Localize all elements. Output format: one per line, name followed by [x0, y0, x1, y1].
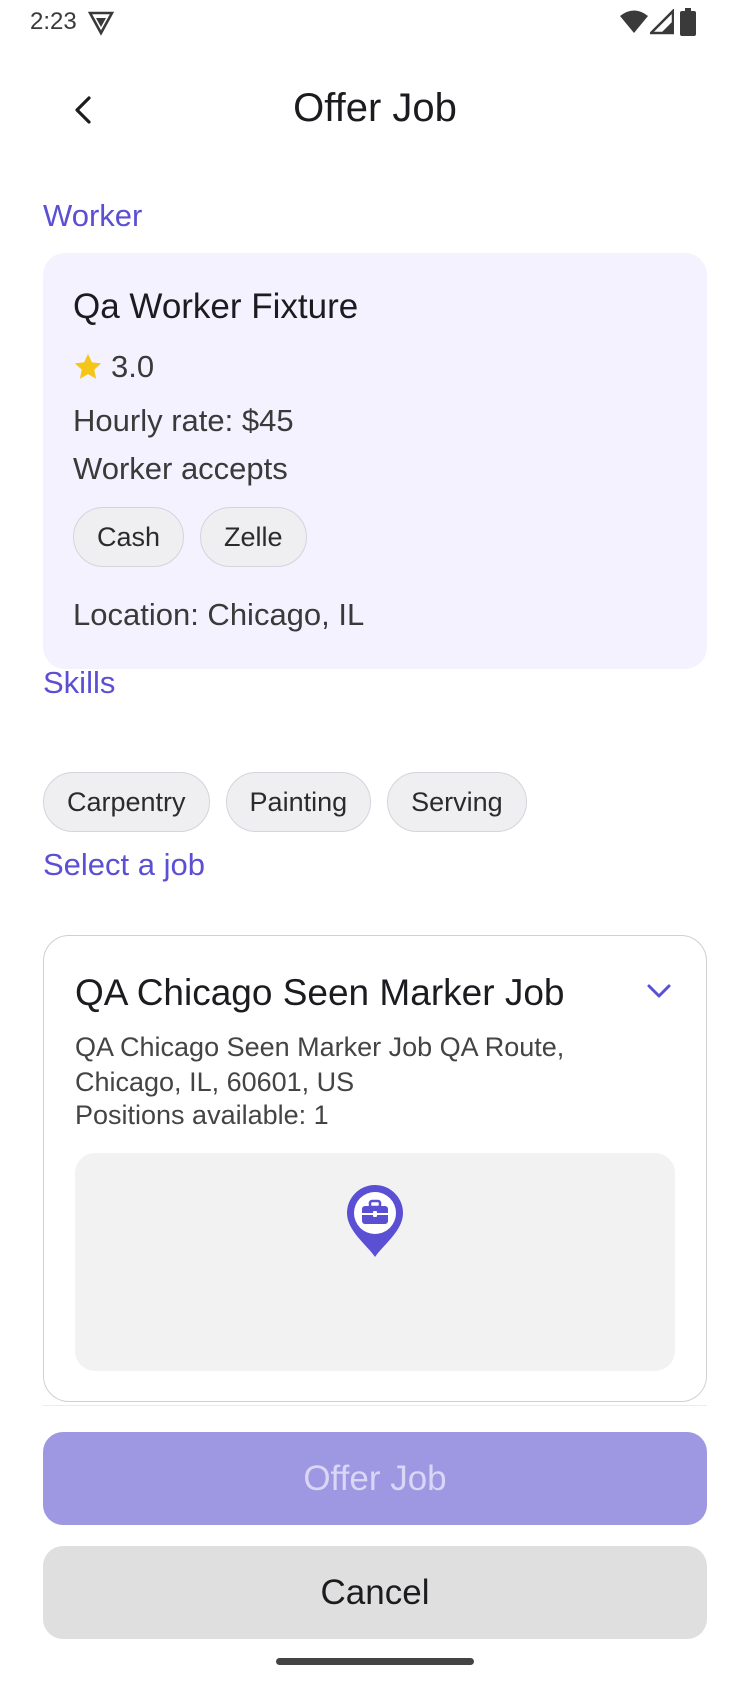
job-positions: Positions available: 1	[75, 1100, 329, 1130]
job-address: QA Chicago Seen Marker Job QA Route, Chi…	[75, 1032, 565, 1097]
hourly-rate: Hourly rate: $45	[73, 403, 294, 438]
job-selector-card[interactable]: QA Chicago Seen Marker Job QA Chicago Se…	[43, 935, 707, 1402]
select-job-heading: Select a job	[43, 847, 205, 882]
payment-chip-cash: Cash	[73, 507, 185, 567]
job-map[interactable]	[75, 1153, 675, 1371]
skill-chip-painting: Painting	[225, 772, 372, 832]
status-time: 2:23	[30, 8, 77, 35]
page-title: Offer Job	[293, 86, 457, 130]
vpn-icon	[88, 11, 114, 36]
worker-card: Qa Worker Fixture 3.0 Hourly rate: $45 W…	[43, 253, 707, 669]
skill-chip-carpentry: Carpentry	[43, 772, 210, 832]
skills-section-heading: Skills	[43, 665, 116, 700]
divider	[43, 1405, 707, 1406]
offer-job-button[interactable]: Offer Job	[43, 1432, 707, 1525]
cell-signal-icon	[650, 9, 674, 35]
payment-method-chips: Cash Zelle	[73, 507, 307, 567]
worker-section-heading: Worker	[43, 198, 143, 233]
battery-icon	[680, 8, 696, 36]
cancel-button[interactable]: Cancel	[43, 1546, 707, 1639]
job-title: QA Chicago Seen Marker Job	[75, 972, 565, 1013]
wifi-icon	[620, 10, 648, 33]
skill-chip-serving: Serving	[387, 772, 527, 832]
payment-chip-zelle: Zelle	[200, 507, 307, 567]
home-indicator[interactable]	[276, 1658, 474, 1665]
chevron-down-icon[interactable]	[642, 974, 676, 1008]
briefcase-map-pin-icon	[347, 1185, 403, 1257]
star-icon	[74, 353, 102, 379]
rating-row: 3.0	[73, 349, 154, 385]
payment-accepts-label: Worker accepts	[73, 451, 288, 486]
status-bar: 2:23	[0, 0, 750, 44]
rating-value: 3.0	[111, 349, 155, 384]
top-app-bar: Offer Job	[0, 70, 750, 150]
worker-name: Qa Worker Fixture	[73, 287, 359, 326]
worker-location: Location: Chicago, IL	[73, 597, 365, 632]
skills-chips: Carpentry Painting Serving	[43, 772, 527, 832]
